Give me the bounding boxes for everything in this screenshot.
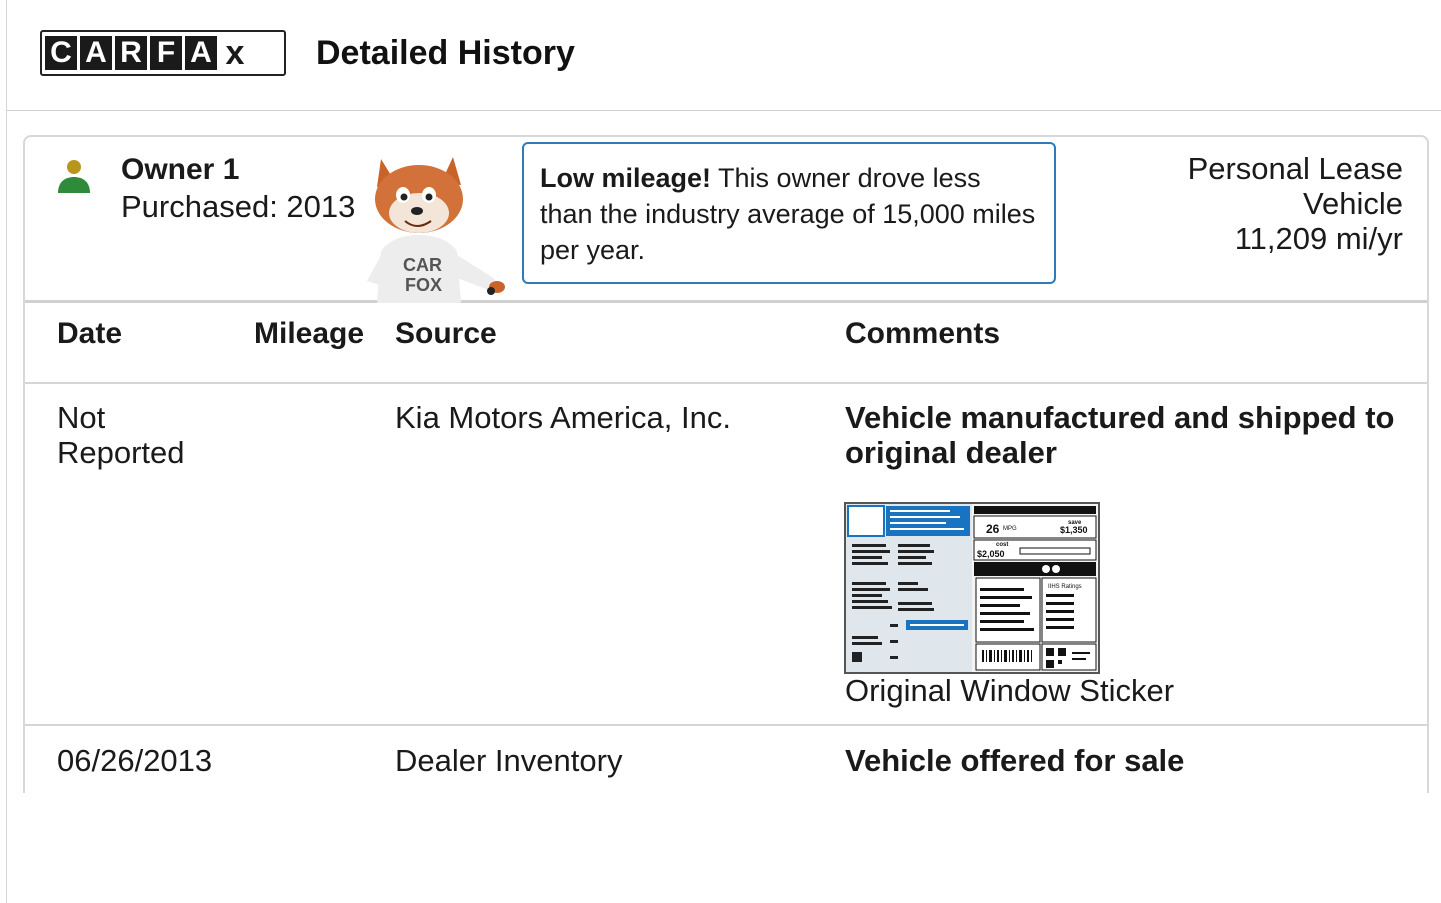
svg-text:CAR: CAR	[403, 255, 442, 275]
owner-usage-summary: Personal Lease Vehicle 11,209 mi/yr	[1188, 151, 1403, 256]
owner-miles-per-year: 11,209 mi/yr	[1234, 221, 1403, 256]
row-date: Not Reported	[57, 400, 185, 470]
sticker-cost: $2,050	[977, 549, 1005, 559]
logo-letter: A	[185, 36, 217, 70]
window-sticker-link[interactable]: Original Window Sticker	[845, 673, 1174, 709]
row-date: 06/26/2013	[57, 743, 213, 778]
row-date-line: Reported	[57, 435, 185, 470]
logo-letter: A	[80, 36, 112, 70]
person-icon	[58, 160, 90, 193]
row-comment: Vehicle manufactured and shipped to orig…	[845, 400, 1395, 470]
table-divider	[25, 382, 1427, 384]
row-comment: Vehicle offered for sale	[845, 743, 1185, 778]
owner-history-card: Owner 1 Purchased: 2013 CAR FOX Low mile…	[23, 135, 1429, 835]
window-sticker-thumbnail[interactable]: 26 MPG save $1,350 cost $2,050 IIHS Rati…	[844, 502, 1100, 674]
tip-highlight: Low mileage!	[540, 163, 712, 193]
logo-letter: R	[115, 36, 147, 70]
sticker-mpg: 26	[986, 522, 1000, 536]
page-title: Detailed History	[316, 34, 575, 72]
sticker-mpg-unit: MPG	[1003, 526, 1017, 532]
column-header-source: Source	[395, 317, 497, 350]
low-mileage-tip: Low mileage! This owner drove less than …	[522, 142, 1056, 284]
blank-area	[7, 793, 1441, 903]
sticker-save: $1,350	[1060, 525, 1088, 535]
column-header-mileage: Mileage	[254, 317, 365, 350]
row-source: Kia Motors America, Inc.	[395, 400, 731, 435]
owner-type-line: Vehicle	[1303, 186, 1403, 221]
sticker-iihs: IIHS Ratings	[1048, 584, 1082, 590]
logo-letter: F	[150, 36, 182, 70]
owner-type-line: Personal Lease	[1187, 151, 1403, 186]
table-divider	[25, 724, 1427, 726]
logo-letter-x: x	[220, 36, 250, 70]
report-header: C A R F A x Detailed History	[7, 0, 1441, 111]
owner-name: Owner 1	[121, 153, 240, 186]
svg-text:FOX: FOX	[405, 275, 442, 295]
window-sticker-image: 26 MPG save $1,350 cost $2,050 IIHS Rati…	[846, 504, 1098, 672]
carfox-mascot-image: CAR FOX	[367, 157, 505, 303]
sticker-cost-label: cost	[996, 542, 1008, 548]
carfax-logo: C A R F A x	[40, 30, 286, 76]
row-date-line: Not	[57, 400, 106, 435]
owner-purchased-year: Purchased: 2013	[121, 189, 356, 224]
page-left-border	[6, 0, 7, 903]
row-source: Dealer Inventory	[395, 743, 623, 778]
logo-letter: C	[45, 36, 77, 70]
column-header-date: Date	[57, 317, 123, 350]
owner-summary-bar: Owner 1 Purchased: 2013 CAR FOX Low mile…	[25, 137, 1427, 303]
column-header-comments: Comments	[845, 317, 1001, 350]
